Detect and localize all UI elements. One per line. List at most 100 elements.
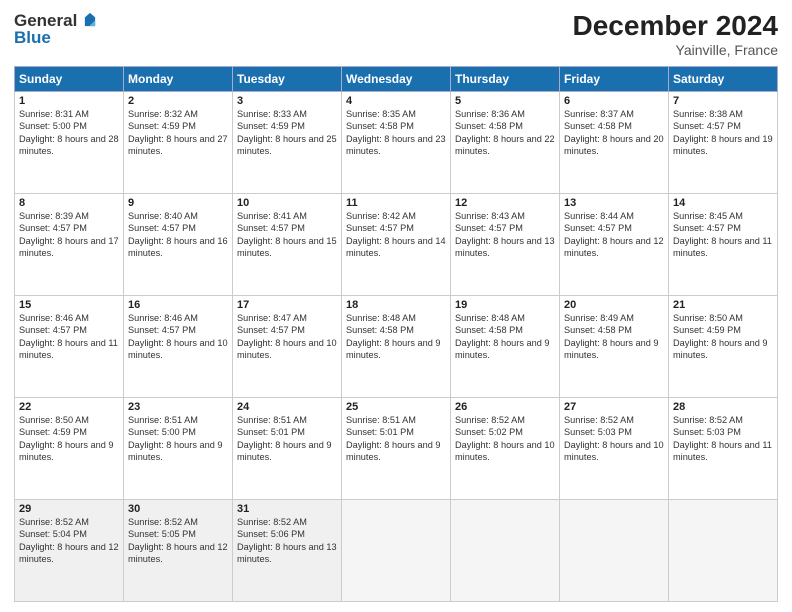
day-header-monday: Monday [124,67,233,92]
day-number: 8 [19,197,119,209]
day-number: 3 [237,95,337,107]
day-number: 4 [346,95,446,107]
day-info: Sunrise: 8:43 AM Sunset: 4:57 PM Dayligh… [455,210,555,260]
calendar-week-row: 15Sunrise: 8:46 AM Sunset: 4:57 PM Dayli… [15,296,778,398]
day-info: Sunrise: 8:46 AM Sunset: 4:57 PM Dayligh… [128,312,228,362]
day-info: Sunrise: 8:42 AM Sunset: 4:57 PM Dayligh… [346,210,446,260]
day-header-friday: Friday [560,67,669,92]
title-block: December 2024 Yainville, France [573,10,778,58]
day-number: 14 [673,197,773,209]
calendar-cell: 29Sunrise: 8:52 AM Sunset: 5:04 PM Dayli… [15,500,124,602]
calendar-cell: 21Sunrise: 8:50 AM Sunset: 4:59 PM Dayli… [669,296,778,398]
day-number: 22 [19,401,119,413]
day-number: 16 [128,299,228,311]
page-header: General Blue December 2024 Yainville, Fr… [14,10,778,58]
logo: General Blue [14,10,101,48]
calendar-week-row: 8Sunrise: 8:39 AM Sunset: 4:57 PM Daylig… [15,194,778,296]
day-number: 18 [346,299,446,311]
day-header-saturday: Saturday [669,67,778,92]
calendar-cell: 18Sunrise: 8:48 AM Sunset: 4:58 PM Dayli… [342,296,451,398]
day-number: 27 [564,401,664,413]
day-info: Sunrise: 8:50 AM Sunset: 4:59 PM Dayligh… [19,414,119,464]
day-number: 10 [237,197,337,209]
day-number: 11 [346,197,446,209]
day-info: Sunrise: 8:52 AM Sunset: 5:05 PM Dayligh… [128,516,228,566]
calendar-cell: 30Sunrise: 8:52 AM Sunset: 5:05 PM Dayli… [124,500,233,602]
day-number: 15 [19,299,119,311]
day-info: Sunrise: 8:52 AM Sunset: 5:04 PM Dayligh… [19,516,119,566]
calendar-cell: 7Sunrise: 8:38 AM Sunset: 4:57 PM Daylig… [669,92,778,194]
logo-blue: Blue [14,28,51,48]
month-title: December 2024 [573,10,778,42]
calendar-cell: 2Sunrise: 8:32 AM Sunset: 4:59 PM Daylig… [124,92,233,194]
calendar-header-row: SundayMondayTuesdayWednesdayThursdayFrid… [15,67,778,92]
calendar-cell [669,500,778,602]
calendar-week-row: 22Sunrise: 8:50 AM Sunset: 4:59 PM Dayli… [15,398,778,500]
day-info: Sunrise: 8:31 AM Sunset: 5:00 PM Dayligh… [19,108,119,158]
day-number: 26 [455,401,555,413]
day-info: Sunrise: 8:52 AM Sunset: 5:03 PM Dayligh… [564,414,664,464]
day-number: 2 [128,95,228,107]
calendar-cell: 24Sunrise: 8:51 AM Sunset: 5:01 PM Dayli… [233,398,342,500]
day-info: Sunrise: 8:44 AM Sunset: 4:57 PM Dayligh… [564,210,664,260]
calendar-cell [451,500,560,602]
day-info: Sunrise: 8:38 AM Sunset: 4:57 PM Dayligh… [673,108,773,158]
day-info: Sunrise: 8:46 AM Sunset: 4:57 PM Dayligh… [19,312,119,362]
calendar-cell [560,500,669,602]
day-number: 7 [673,95,773,107]
day-number: 28 [673,401,773,413]
day-info: Sunrise: 8:50 AM Sunset: 4:59 PM Dayligh… [673,312,773,362]
calendar-cell: 20Sunrise: 8:49 AM Sunset: 4:58 PM Dayli… [560,296,669,398]
day-number: 19 [455,299,555,311]
calendar-cell: 28Sunrise: 8:52 AM Sunset: 5:03 PM Dayli… [669,398,778,500]
logo-icon [79,10,101,32]
day-info: Sunrise: 8:52 AM Sunset: 5:06 PM Dayligh… [237,516,337,566]
day-info: Sunrise: 8:40 AM Sunset: 4:57 PM Dayligh… [128,210,228,260]
calendar-cell: 4Sunrise: 8:35 AM Sunset: 4:58 PM Daylig… [342,92,451,194]
day-info: Sunrise: 8:47 AM Sunset: 4:57 PM Dayligh… [237,312,337,362]
calendar-cell: 1Sunrise: 8:31 AM Sunset: 5:00 PM Daylig… [15,92,124,194]
day-header-tuesday: Tuesday [233,67,342,92]
day-info: Sunrise: 8:51 AM Sunset: 5:01 PM Dayligh… [237,414,337,464]
calendar-cell: 9Sunrise: 8:40 AM Sunset: 4:57 PM Daylig… [124,194,233,296]
calendar-cell: 10Sunrise: 8:41 AM Sunset: 4:57 PM Dayli… [233,194,342,296]
calendar-week-row: 1Sunrise: 8:31 AM Sunset: 5:00 PM Daylig… [15,92,778,194]
calendar-cell: 12Sunrise: 8:43 AM Sunset: 4:57 PM Dayli… [451,194,560,296]
calendar-cell: 25Sunrise: 8:51 AM Sunset: 5:01 PM Dayli… [342,398,451,500]
day-info: Sunrise: 8:36 AM Sunset: 4:58 PM Dayligh… [455,108,555,158]
day-number: 24 [237,401,337,413]
day-info: Sunrise: 8:33 AM Sunset: 4:59 PM Dayligh… [237,108,337,158]
calendar-cell: 11Sunrise: 8:42 AM Sunset: 4:57 PM Dayli… [342,194,451,296]
day-info: Sunrise: 8:48 AM Sunset: 4:58 PM Dayligh… [346,312,446,362]
calendar-cell: 6Sunrise: 8:37 AM Sunset: 4:58 PM Daylig… [560,92,669,194]
calendar-cell: 8Sunrise: 8:39 AM Sunset: 4:57 PM Daylig… [15,194,124,296]
calendar-cell: 26Sunrise: 8:52 AM Sunset: 5:02 PM Dayli… [451,398,560,500]
day-info: Sunrise: 8:37 AM Sunset: 4:58 PM Dayligh… [564,108,664,158]
day-number: 13 [564,197,664,209]
day-info: Sunrise: 8:51 AM Sunset: 5:00 PM Dayligh… [128,414,228,464]
calendar-cell: 22Sunrise: 8:50 AM Sunset: 4:59 PM Dayli… [15,398,124,500]
day-number: 17 [237,299,337,311]
day-number: 6 [564,95,664,107]
calendar-cell: 5Sunrise: 8:36 AM Sunset: 4:58 PM Daylig… [451,92,560,194]
day-header-thursday: Thursday [451,67,560,92]
calendar-cell: 13Sunrise: 8:44 AM Sunset: 4:57 PM Dayli… [560,194,669,296]
day-number: 12 [455,197,555,209]
calendar-cell: 19Sunrise: 8:48 AM Sunset: 4:58 PM Dayli… [451,296,560,398]
day-number: 1 [19,95,119,107]
day-info: Sunrise: 8:52 AM Sunset: 5:02 PM Dayligh… [455,414,555,464]
day-info: Sunrise: 8:52 AM Sunset: 5:03 PM Dayligh… [673,414,773,464]
day-info: Sunrise: 8:49 AM Sunset: 4:58 PM Dayligh… [564,312,664,362]
day-number: 23 [128,401,228,413]
day-info: Sunrise: 8:32 AM Sunset: 4:59 PM Dayligh… [128,108,228,158]
day-info: Sunrise: 8:45 AM Sunset: 4:57 PM Dayligh… [673,210,773,260]
location: Yainville, France [573,42,778,58]
day-number: 20 [564,299,664,311]
day-header-sunday: Sunday [15,67,124,92]
day-number: 21 [673,299,773,311]
day-number: 5 [455,95,555,107]
day-info: Sunrise: 8:48 AM Sunset: 4:58 PM Dayligh… [455,312,555,362]
day-info: Sunrise: 8:39 AM Sunset: 4:57 PM Dayligh… [19,210,119,260]
day-info: Sunrise: 8:41 AM Sunset: 4:57 PM Dayligh… [237,210,337,260]
day-info: Sunrise: 8:35 AM Sunset: 4:58 PM Dayligh… [346,108,446,158]
